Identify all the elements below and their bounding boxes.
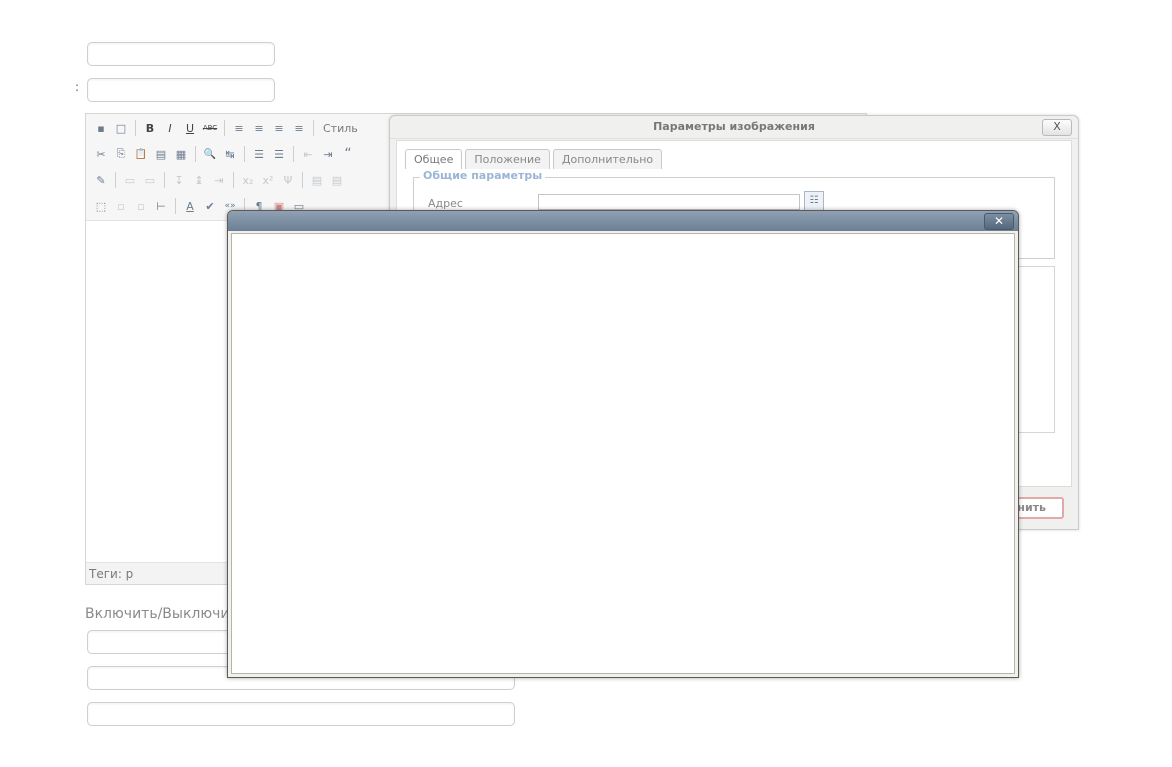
- paste-text-icon[interactable]: ▤: [152, 145, 170, 163]
- edit-icon[interactable]: ✎: [92, 171, 110, 189]
- toolbar-separator: [135, 120, 136, 136]
- dialog-close-button[interactable]: X: [1042, 119, 1072, 136]
- numbered-list-icon[interactable]: ☰: [270, 145, 288, 163]
- dialog-tabs: Общее Положение Дополнительно: [405, 149, 663, 169]
- strikethrough-icon[interactable]: ABC: [201, 119, 219, 137]
- address-label: Адрес: [428, 197, 463, 210]
- modal-body: [231, 233, 1015, 674]
- toggle-editor-link[interactable]: Включить/Выключить: [85, 606, 246, 622]
- bullet-list-icon[interactable]: ☰: [250, 145, 268, 163]
- blockquote-icon[interactable]: “: [339, 145, 357, 163]
- modal-header: ✕: [228, 211, 1018, 231]
- split-cells-icon[interactable]: ▤: [328, 171, 346, 189]
- merge-cells-icon[interactable]: ▤: [308, 171, 326, 189]
- toolbar-separator: [302, 172, 303, 188]
- top-input-2[interactable]: [87, 78, 275, 102]
- address-input[interactable]: [538, 194, 800, 210]
- outdent-icon[interactable]: ⇤: [299, 145, 317, 163]
- toolbar-separator: [293, 146, 294, 162]
- cut-icon[interactable]: ✂: [92, 145, 110, 163]
- anchor-icon[interactable]: ⊢: [152, 197, 170, 215]
- toolbar-separator: [164, 172, 165, 188]
- underline-icon[interactable]: U: [181, 119, 199, 137]
- bottom-input-3[interactable]: [87, 702, 515, 726]
- table-cell-icon[interactable]: ▭: [141, 171, 159, 189]
- copy-icon[interactable]: ⎘: [112, 145, 130, 163]
- special-char-icon[interactable]: Ψ: [279, 171, 297, 189]
- new-document-icon[interactable]: □: [112, 119, 130, 137]
- bold-icon[interactable]: B: [141, 119, 159, 137]
- align-center-icon[interactable]: ≡: [250, 119, 268, 137]
- align-left-icon[interactable]: ≡: [230, 119, 248, 137]
- paste-word-icon[interactable]: ▦: [172, 145, 190, 163]
- insert-row-before-icon[interactable]: ↧: [170, 171, 188, 189]
- tab-position[interactable]: Положение: [465, 149, 550, 169]
- toolbar-separator: [175, 198, 176, 214]
- toolbar-separator: [233, 172, 234, 188]
- tab-advanced[interactable]: Дополнительно: [552, 149, 663, 169]
- insert-row-after-icon[interactable]: ↨: [190, 171, 208, 189]
- toolbar-row-3: ✎ ▭ ▭ ↧ ↨ ⇥ x₂ x² Ψ ▤ ▤: [92, 169, 346, 191]
- italic-icon[interactable]: I: [161, 119, 179, 137]
- paste-icon[interactable]: 📋: [132, 145, 150, 163]
- file-browser-modal: ✕: [227, 210, 1019, 678]
- layer-backward-icon[interactable]: ▫: [132, 197, 150, 215]
- align-right-icon[interactable]: ≡: [270, 119, 288, 137]
- delete-row-icon[interactable]: ⇥: [210, 171, 228, 189]
- modal-close-icon[interactable]: ✕: [984, 213, 1014, 230]
- browse-icon[interactable]: ☷: [804, 191, 824, 211]
- toolbar-separator: [244, 146, 245, 162]
- table-row-icon[interactable]: ▭: [121, 171, 139, 189]
- style-select[interactable]: Стиль: [319, 122, 358, 135]
- toolbar-row-2: ✂ ⎘ 📋 ▤ ▦ 🔍 ↹ ☰ ☰ ⇤ ⇥ “: [92, 143, 357, 165]
- toolbar-separator: [115, 172, 116, 188]
- find-icon[interactable]: 🔍: [201, 145, 219, 163]
- align-justify-icon[interactable]: ≡: [290, 119, 308, 137]
- toolbar-row-1: ▪ □ B I U ABC ≡ ≡ ≡ ≡ Стиль: [92, 117, 358, 139]
- field-colon: :: [75, 80, 80, 94]
- spellcheck-icon[interactable]: ✔: [201, 197, 219, 215]
- toolbar-separator: [195, 146, 196, 162]
- indent-icon[interactable]: ⇥: [319, 145, 337, 163]
- toolbar-separator: [224, 120, 225, 136]
- tags-path: Теги: p: [89, 567, 134, 581]
- save-icon[interactable]: ▪: [92, 119, 110, 137]
- replace-icon[interactable]: ↹: [221, 145, 239, 163]
- top-input-1[interactable]: [87, 42, 275, 66]
- toolbar-separator: [313, 120, 314, 136]
- fieldset-legend: Общие параметры: [420, 169, 546, 182]
- superscript-icon[interactable]: x²: [259, 171, 277, 189]
- select-all-icon[interactable]: ⬚: [92, 197, 110, 215]
- dialog-title: Параметры изображения: [390, 116, 1078, 139]
- tab-general[interactable]: Общее: [405, 149, 463, 169]
- subscript-icon[interactable]: x₂: [239, 171, 257, 189]
- text-style-icon[interactable]: A: [181, 197, 199, 215]
- layer-forward-icon[interactable]: ▫: [112, 197, 130, 215]
